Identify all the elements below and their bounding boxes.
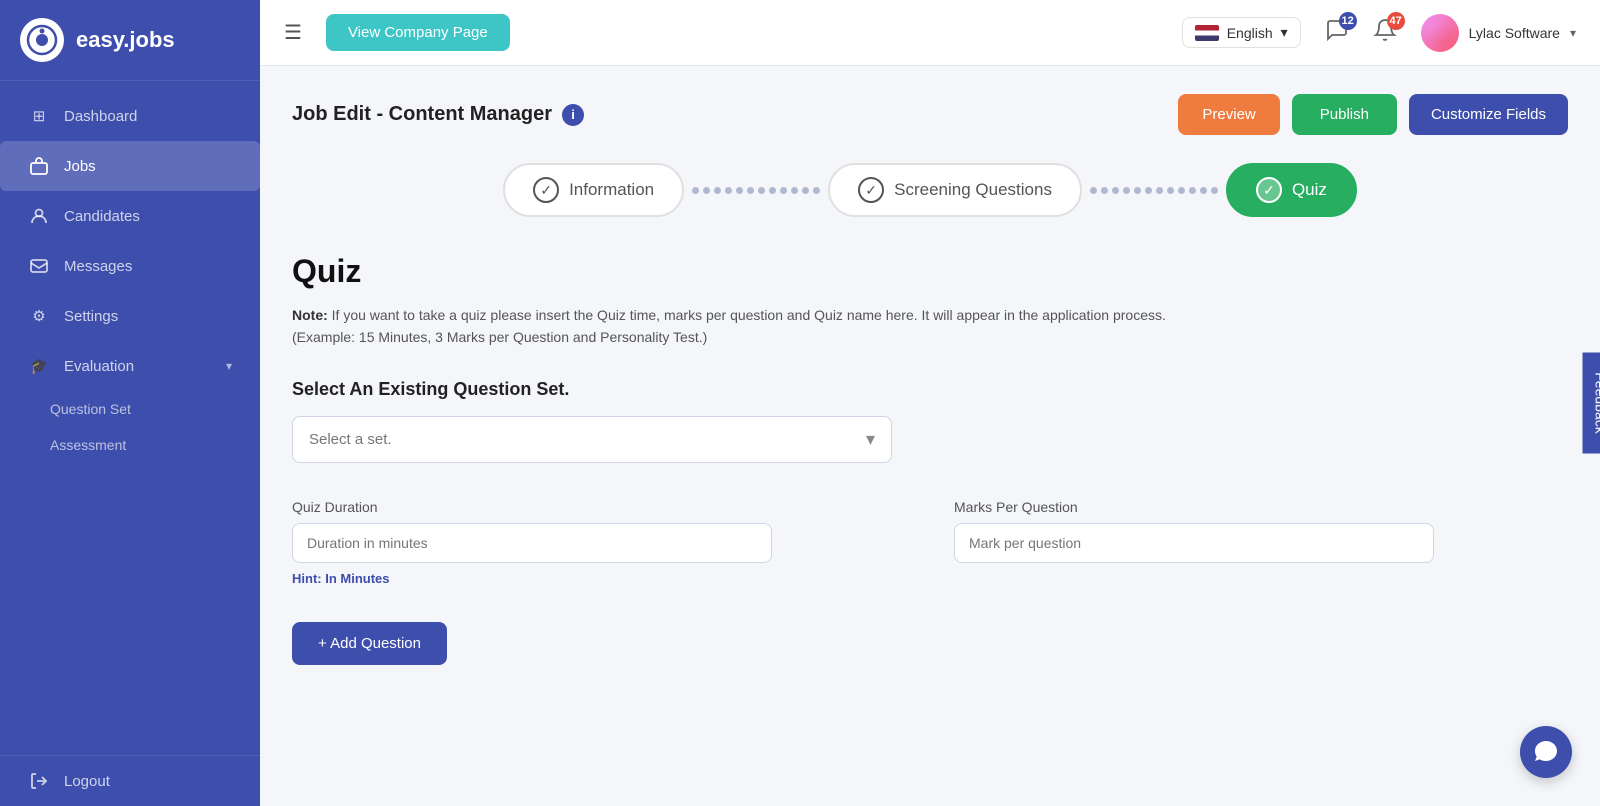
hint-label: Hint: xyxy=(292,571,322,586)
select-arrow-icon: ▾ xyxy=(866,429,875,450)
jobs-icon xyxy=(28,155,50,177)
settings-icon: ⚙ xyxy=(28,305,50,327)
logo-text: easy.jobs xyxy=(76,27,175,53)
language-label: English xyxy=(1227,25,1273,41)
sidebar-nav: ⊞ Dashboard Jobs Candidates xyxy=(0,91,260,755)
note-text: If you want to take a quiz please insert… xyxy=(292,307,1166,345)
alerts-badge: 47 xyxy=(1387,12,1405,30)
step-quiz[interactable]: ✓ Quiz xyxy=(1226,163,1357,217)
language-selector[interactable]: English ▾ xyxy=(1182,17,1301,48)
notifications-btn[interactable]: 47 xyxy=(1373,18,1397,47)
form-row: Quiz Duration Hint: In Minutes Marks Per… xyxy=(292,499,1568,586)
sidebar-label-candidates: Candidates xyxy=(64,208,140,225)
page-content: Job Edit - Content Manager i Preview Pub… xyxy=(260,66,1600,806)
quiz-title: Quiz xyxy=(292,253,1568,290)
flag-icon xyxy=(1195,25,1219,41)
feedback-tab[interactable]: Feedback xyxy=(1582,352,1600,453)
sidebar-item-logout[interactable]: Logout xyxy=(0,756,260,806)
sidebar-group-evaluation: 🎓 Evaluation ▾ Question Set Assessment xyxy=(0,341,260,463)
marks-label: Marks Per Question xyxy=(954,499,1568,515)
sidebar-item-settings[interactable]: ⚙ Settings xyxy=(0,291,260,341)
sidebar-item-messages[interactable]: Messages xyxy=(0,241,260,291)
language-chevron: ▾ xyxy=(1281,24,1288,41)
main-content: ☰ View Company Page English ▾ 12 47 xyxy=(260,0,1600,806)
customize-fields-button[interactable]: Customize Fields xyxy=(1409,94,1568,135)
view-company-button[interactable]: View Company Page xyxy=(326,14,510,51)
sidebar-label-settings: Settings xyxy=(64,308,118,325)
user-chevron: ▾ xyxy=(1570,26,1576,40)
sidebar-label-dashboard: Dashboard xyxy=(64,108,137,125)
duration-input[interactable] xyxy=(292,523,772,563)
info-icon[interactable]: i xyxy=(562,104,584,126)
page-title-row: Job Edit - Content Manager i xyxy=(292,103,584,126)
sidebar-item-evaluation[interactable]: 🎓 Evaluation ▾ xyxy=(0,341,260,391)
duration-label: Quiz Duration xyxy=(292,499,906,515)
preview-button[interactable]: Preview xyxy=(1178,94,1279,135)
sidebar-logo: easy.jobs xyxy=(0,0,260,81)
logo-icon xyxy=(20,18,64,62)
menu-icon[interactable]: ☰ xyxy=(284,20,302,45)
sidebar-label-logout: Logout xyxy=(64,773,110,790)
logout-icon xyxy=(28,770,50,792)
step-label-information: Information xyxy=(569,180,654,200)
messages-icon xyxy=(28,255,50,277)
quiz-section: Quiz Note: If you want to take a quiz pl… xyxy=(292,253,1568,665)
candidates-icon xyxy=(28,205,50,227)
marks-input[interactable] xyxy=(954,523,1434,563)
select-section-title: Select An Existing Question Set. xyxy=(292,379,1568,400)
publish-button[interactable]: Publish xyxy=(1292,94,1397,135)
steps-row: ✓ Information ✓ Screening Questions ✓ xyxy=(292,163,1568,217)
step-screening[interactable]: ✓ Screening Questions xyxy=(828,163,1082,217)
messages-btn[interactable]: 12 xyxy=(1325,18,1349,47)
avatar xyxy=(1421,14,1459,52)
sidebar-item-candidates[interactable]: Candidates xyxy=(0,191,260,241)
sidebar-label-jobs: Jobs xyxy=(64,158,96,175)
step-check-screening: ✓ xyxy=(858,177,884,203)
note-label: Note: xyxy=(292,307,328,323)
step-check-quiz: ✓ xyxy=(1256,177,1282,203)
user-menu[interactable]: Lylac Software ▾ xyxy=(1421,14,1576,52)
quiz-note: Note: If you want to take a quiz please … xyxy=(292,304,1192,349)
home-icon: ⊞ xyxy=(28,105,50,127)
messages-badge: 12 xyxy=(1339,12,1357,30)
sidebar-item-dashboard[interactable]: ⊞ Dashboard xyxy=(0,91,260,141)
step-label-screening: Screening Questions xyxy=(894,180,1052,200)
step-check-information: ✓ xyxy=(533,177,559,203)
hint-text: Hint: In Minutes xyxy=(292,571,906,586)
topbar: ☰ View Company Page English ▾ 12 47 xyxy=(260,0,1600,66)
marks-group: Marks Per Question xyxy=(954,499,1568,586)
sidebar-label-evaluation: Evaluation xyxy=(64,358,134,375)
sidebar-label-messages: Messages xyxy=(64,258,132,275)
page-actions: Preview Publish Customize Fields xyxy=(1178,94,1568,135)
chat-button[interactable] xyxy=(1520,726,1572,778)
sidebar-subitem-assessment[interactable]: Assessment xyxy=(0,427,260,463)
step-label-quiz: Quiz xyxy=(1292,180,1327,200)
page-header: Job Edit - Content Manager i Preview Pub… xyxy=(292,94,1568,135)
question-set-selector[interactable]: Select a set. ▾ xyxy=(292,416,892,463)
sidebar: easy.jobs ⊞ Dashboard Jobs Candidate xyxy=(0,0,260,806)
sidebar-subitem-question-set[interactable]: Question Set xyxy=(0,391,260,427)
duration-group: Quiz Duration Hint: In Minutes xyxy=(292,499,906,586)
sidebar-bottom: Logout xyxy=(0,755,260,806)
chevron-down-icon: ▾ xyxy=(226,359,232,373)
hint-value: In Minutes xyxy=(325,571,389,586)
step-information[interactable]: ✓ Information xyxy=(503,163,684,217)
dots-1 xyxy=(684,187,828,194)
user-name: Lylac Software xyxy=(1469,25,1560,41)
dots-2 xyxy=(1082,187,1226,194)
page-title: Job Edit - Content Manager xyxy=(292,103,552,126)
sidebar-item-jobs[interactable]: Jobs xyxy=(0,141,260,191)
evaluation-icon: 🎓 xyxy=(28,355,50,377)
add-question-button[interactable]: + Add Question xyxy=(292,622,447,665)
select-placeholder: Select a set. xyxy=(309,431,392,448)
